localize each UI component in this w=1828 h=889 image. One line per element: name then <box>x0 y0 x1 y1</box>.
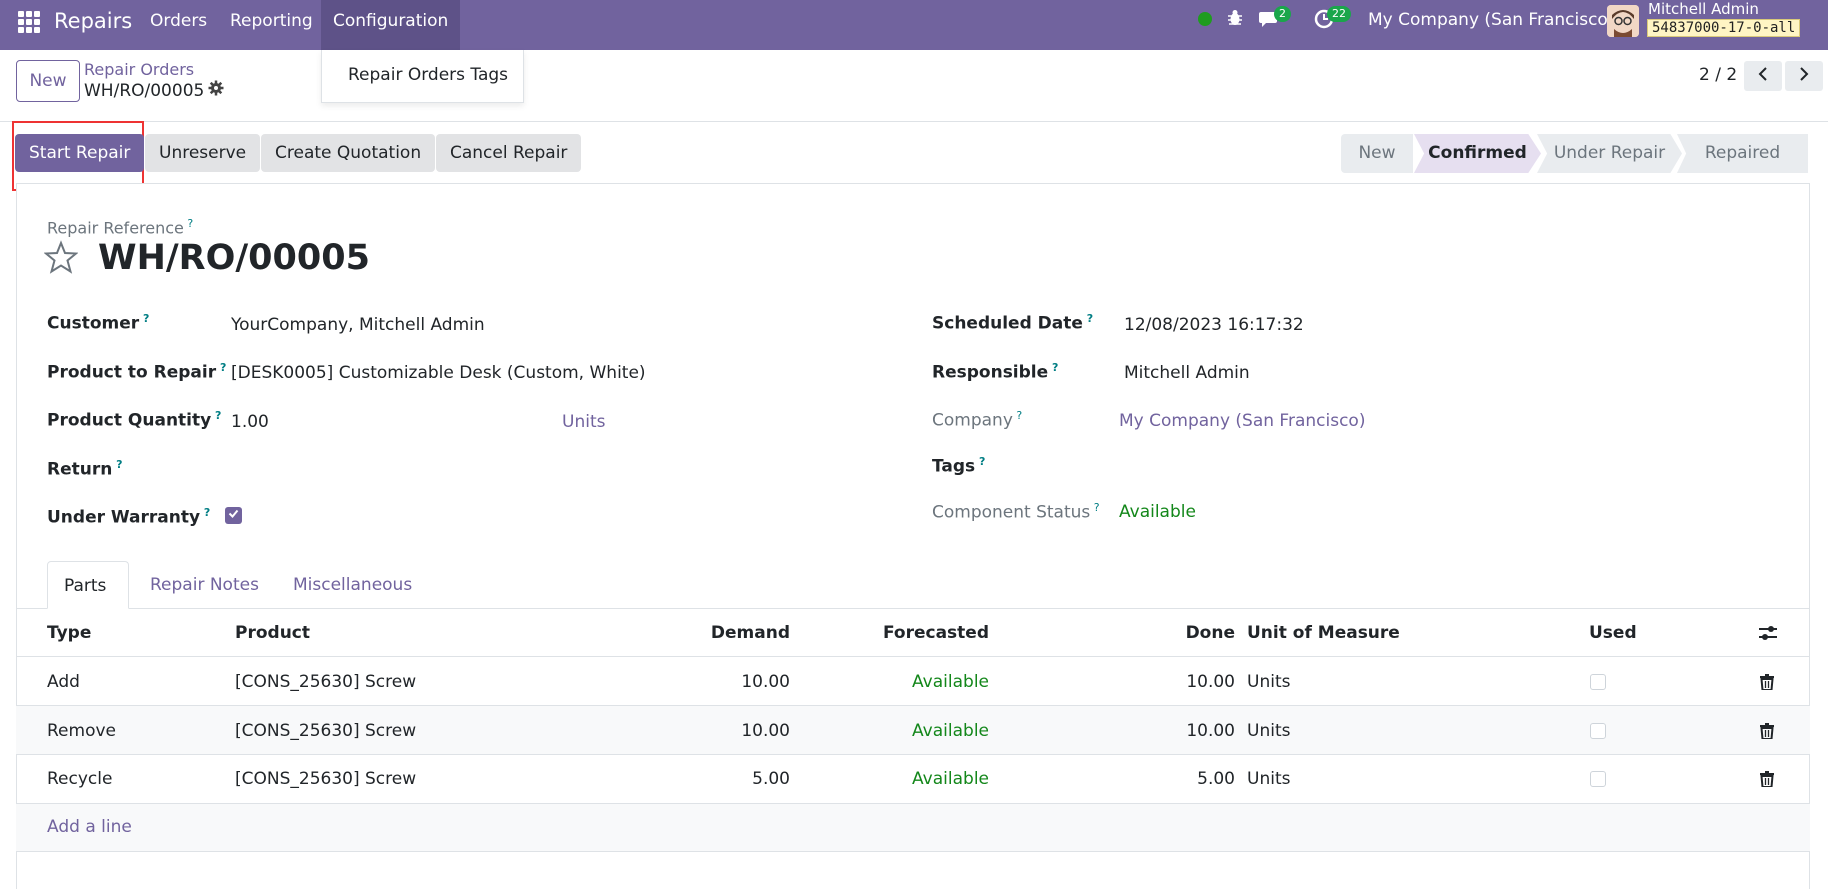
scheduled-date-field[interactable]: 12/08/2023 16:17:32 <box>1124 315 1304 335</box>
responsible-field[interactable]: Mitchell Admin <box>1124 363 1250 383</box>
database-name: 54837000-17-0-all <box>1647 19 1801 37</box>
repair-reference-title: WH/RO/00005 <box>98 238 370 278</box>
chevron-right-icon <box>1800 67 1809 81</box>
column-header-product[interactable]: Product <box>235 623 310 643</box>
stage-new[interactable]: New <box>1341 134 1413 173</box>
row-product: [CONS_25630] Screw <box>235 672 417 692</box>
star-icon[interactable] <box>43 240 79 280</box>
cancel-repair-button[interactable]: Cancel Repair <box>436 134 582 172</box>
return-label: Return ? <box>47 458 123 480</box>
breadcrumb-repair-orders[interactable]: Repair Orders <box>84 60 194 79</box>
product-quantity-field[interactable]: 1.00 <box>231 412 269 432</box>
company-label: Company ? <box>932 409 1023 431</box>
customer-field[interactable]: YourCompany, Mitchell Admin <box>231 315 485 335</box>
dropdown-item-repair-orders-tags[interactable]: Repair Orders Tags <box>348 65 508 85</box>
menu-configuration[interactable]: Configuration <box>321 0 461 50</box>
chevron-left-icon <box>1758 67 1767 81</box>
unreserve-button[interactable]: Unreserve <box>145 134 261 172</box>
row-type: Recycle <box>47 769 113 789</box>
tab-miscellaneous[interactable]: Miscellaneous <box>277 561 428 609</box>
debug-bug-icon[interactable] <box>1226 9 1244 32</box>
column-header-done[interactable]: Done <box>1080 623 1235 643</box>
row-type: Add <box>47 672 80 692</box>
tags-label: Tags ? <box>932 455 986 477</box>
row-demand: 5.00 <box>752 769 790 789</box>
row-demand: 10.00 <box>741 672 790 692</box>
tab-parts[interactable]: Parts <box>47 561 129 609</box>
tab-repair-notes[interactable]: Repair Notes <box>134 561 275 609</box>
row-product: [CONS_25630] Screw <box>235 769 417 789</box>
stage-confirmed[interactable]: Confirmed <box>1414 134 1541 173</box>
pager-next-button[interactable] <box>1785 61 1823 91</box>
user-name[interactable]: Mitchell Admin <box>1648 0 1759 18</box>
pager-previous-button[interactable] <box>1744 61 1782 91</box>
new-button[interactable]: New <box>16 60 80 102</box>
under-warranty-checkbox[interactable] <box>225 507 242 524</box>
column-header-demand[interactable]: Demand <box>640 623 790 643</box>
row-used-checkbox[interactable] <box>1590 771 1606 787</box>
column-header-used[interactable]: Used <box>1589 623 1637 643</box>
add-a-line-link[interactable]: Add a line <box>47 817 132 837</box>
component-status-value: Available <box>1119 502 1196 522</box>
row-product: [CONS_25630] Screw <box>235 721 417 741</box>
top-navbar: Repairs Orders Reporting Configuration 2… <box>0 0 1828 50</box>
connection-status-icon <box>1198 12 1212 26</box>
component-status-label: Component Status ? <box>932 501 1100 523</box>
gear-icon[interactable] <box>208 80 224 101</box>
row-type: Remove <box>47 721 116 741</box>
add-line-row <box>16 804 1810 852</box>
row-demand: 10.00 <box>741 721 790 741</box>
row-done: 10.00 <box>1186 721 1235 741</box>
repair-reference-label: Repair Reference ? <box>47 217 194 238</box>
row-forecasted: Available <box>912 769 989 789</box>
column-header-type[interactable]: Type <box>47 623 91 643</box>
breadcrumb-current: WH/RO/00005 <box>84 81 205 101</box>
stage-under-repair[interactable]: Under Repair <box>1537 134 1682 173</box>
activities-count-badge: 22 <box>1327 6 1351 22</box>
trash-icon[interactable] <box>1760 723 1774 743</box>
table-bottom-divider <box>16 851 1810 852</box>
trash-icon[interactable] <box>1760 674 1774 694</box>
row-done: 5.00 <box>1197 769 1235 789</box>
product-to-repair-label: Product to Repair ? <box>47 361 227 383</box>
row-used-checkbox[interactable] <box>1590 723 1606 739</box>
row-uom: Units <box>1247 769 1291 789</box>
checkmark-icon <box>228 509 239 518</box>
customer-label: Customer ? <box>47 312 150 334</box>
menu-orders[interactable]: Orders <box>138 0 219 50</box>
row-forecasted: Available <box>912 672 989 692</box>
column-header-unit-of-measure[interactable]: Unit of Measure <box>1247 623 1400 643</box>
menu-reporting[interactable]: Reporting <box>218 0 325 50</box>
product-to-repair-field[interactable]: [DESK0005] Customizable Desk (Custom, Wh… <box>231 363 646 383</box>
optional-columns-toggle-icon[interactable] <box>1758 624 1778 647</box>
responsible-label: Responsible ? <box>932 361 1059 383</box>
trash-icon[interactable] <box>1760 771 1774 791</box>
scheduled-date-label: Scheduled Date ? <box>932 312 1094 334</box>
control-panel-divider <box>0 121 1828 122</box>
row-forecasted: Available <box>912 721 989 741</box>
create-quotation-button[interactable]: Create Quotation <box>261 134 436 172</box>
product-quantity-label: Product Quantity ? <box>47 409 222 431</box>
row-used-checkbox[interactable] <box>1590 674 1606 690</box>
app-name[interactable]: Repairs <box>54 9 132 33</box>
row-done: 10.00 <box>1186 672 1235 692</box>
company-switcher[interactable]: My Company (San Francisco) <box>1368 10 1614 30</box>
column-header-forecasted[interactable]: Forecasted <box>830 623 989 643</box>
quantity-uom-field[interactable]: Units <box>562 412 605 432</box>
pager-value: 2 / 2 <box>1699 65 1738 85</box>
user-avatar[interactable] <box>1607 5 1639 37</box>
company-field[interactable]: My Company (San Francisco) <box>1119 411 1365 431</box>
under-warranty-label: Under Warranty ? <box>47 506 211 528</box>
row-uom: Units <box>1247 672 1291 692</box>
stage-repaired[interactable]: Repaired <box>1677 134 1808 173</box>
messages-count-badge: 2 <box>1274 6 1291 22</box>
start-repair-button[interactable]: Start Repair <box>15 134 145 172</box>
configuration-dropdown: Repair Orders Tags <box>321 50 524 103</box>
row-uom: Units <box>1247 721 1291 741</box>
apps-menu-icon[interactable] <box>18 11 40 33</box>
